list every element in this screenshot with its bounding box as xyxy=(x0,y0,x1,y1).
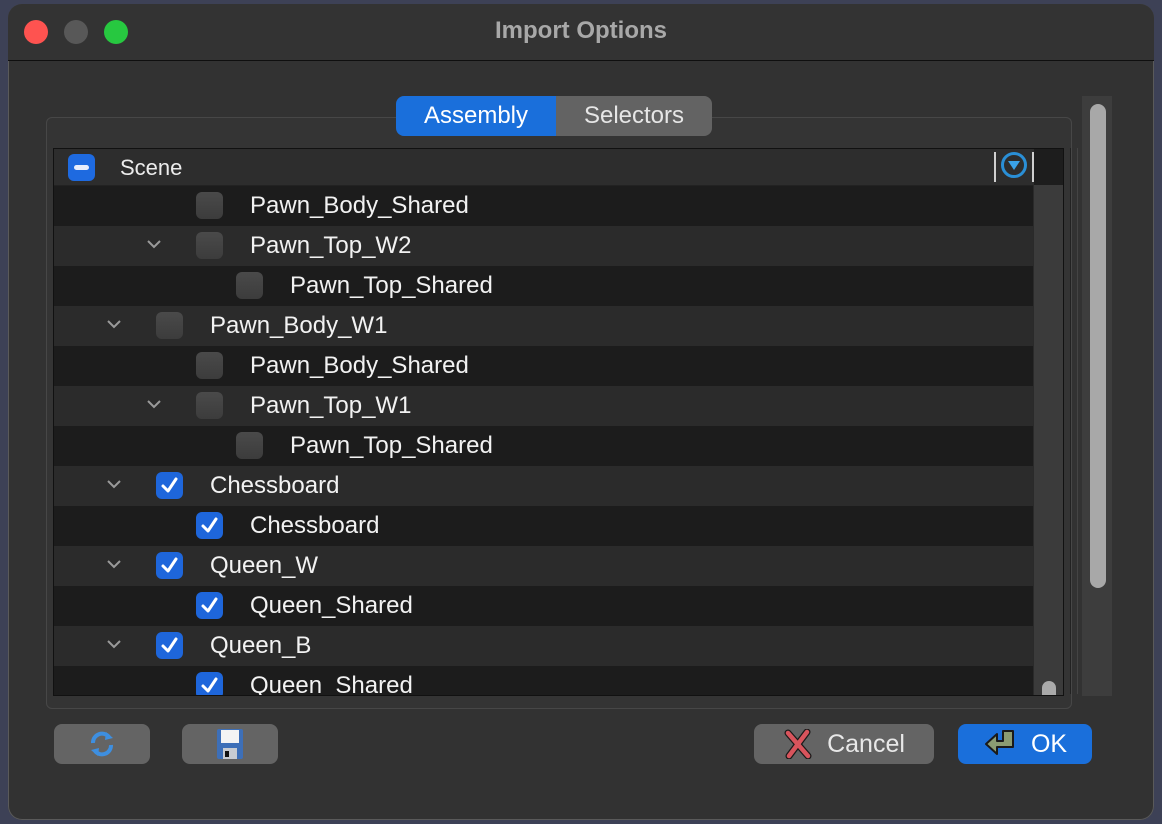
checkbox-unchecked[interactable] xyxy=(196,392,223,419)
title-bar: Import Options xyxy=(8,4,1154,61)
checkbox-unchecked[interactable] xyxy=(196,232,223,259)
tree-row-label: Queen_Shared xyxy=(250,672,413,696)
outer-scrollbar-thumb[interactable] xyxy=(1090,104,1106,588)
tree-row[interactable]: Chessboard xyxy=(54,506,1034,546)
tree-row[interactable]: Pawn_Top_W2 xyxy=(54,226,1034,266)
checkbox-checked[interactable] xyxy=(156,632,183,659)
checkbox-unchecked[interactable] xyxy=(236,432,263,459)
tree-row[interactable]: Pawn_Body_Shared xyxy=(54,186,1034,226)
tree-row-label: Chessboard xyxy=(210,472,340,499)
checkmark-icon xyxy=(161,637,178,653)
tree-header: Scene xyxy=(54,149,1034,186)
chevron-down-icon[interactable] xyxy=(106,316,122,332)
checkbox-checked[interactable] xyxy=(156,552,183,579)
chevron-down-icon[interactable] xyxy=(106,556,122,572)
scene-header-label: Scene xyxy=(120,155,183,180)
return-arrow-icon xyxy=(984,730,1014,755)
tree-row[interactable]: Pawn_Top_W1 xyxy=(54,386,1034,426)
ok-button[interactable]: OK xyxy=(958,724,1092,764)
checkbox-unchecked[interactable] xyxy=(196,352,223,379)
ok-label: OK xyxy=(1030,729,1068,758)
chevron-down-icon[interactable] xyxy=(106,476,122,492)
checkbox-unchecked[interactable] xyxy=(156,312,183,339)
refresh-button[interactable] xyxy=(54,724,150,764)
tree-scrollbar-thumb[interactable] xyxy=(1042,681,1056,695)
tree-row[interactable]: Queen_B xyxy=(54,626,1034,666)
column-menu-button[interactable] xyxy=(994,152,1034,182)
save-button[interactable] xyxy=(182,724,278,764)
cancel-button[interactable]: Cancel xyxy=(754,724,934,764)
tree-row[interactable]: Pawn_Top_Shared xyxy=(54,426,1034,466)
tree-row[interactable]: Chessboard xyxy=(54,466,1034,506)
triangle-down-icon xyxy=(1008,161,1020,170)
window-title: Import Options xyxy=(495,17,667,44)
tree-row[interactable]: Queen_Shared xyxy=(54,586,1034,626)
tree-row-label: Pawn_Body_W1 xyxy=(210,312,388,339)
checkbox-checked[interactable] xyxy=(196,672,223,695)
tree-row[interactable]: Queen_Shared xyxy=(54,666,1034,696)
checkmark-icon xyxy=(161,557,178,573)
checkbox-unchecked[interactable] xyxy=(236,272,263,299)
tree-row[interactable]: Pawn_Body_W1 xyxy=(54,306,1034,346)
tab-selectors[interactable]: Selectors xyxy=(556,96,712,136)
tree-row-label: Queen_Shared xyxy=(250,592,413,619)
checkbox-checked[interactable] xyxy=(156,472,183,499)
cancel-label: Cancel xyxy=(827,729,905,758)
tree-row-label: Queen_W xyxy=(210,552,319,579)
tree-row-label: Chessboard xyxy=(250,512,380,539)
chevron-down-icon[interactable] xyxy=(146,396,162,412)
checkmark-icon xyxy=(201,677,218,693)
checkmark-icon xyxy=(201,517,218,533)
tree-row-label: Pawn_Body_Shared xyxy=(250,192,469,219)
tree-rows: Pawn_Body_Shared Pawn_Top_W2 Pawn_Top_Shar… xyxy=(54,186,1034,695)
checkbox-checked[interactable] xyxy=(196,512,223,539)
red-x-icon xyxy=(784,729,812,759)
tree-row-label: Pawn_Top_W2 xyxy=(250,232,412,259)
tree-row-label: Pawn_Body_Shared xyxy=(250,352,469,379)
checkbox-unchecked[interactable] xyxy=(196,192,223,219)
checkmark-icon xyxy=(161,477,178,493)
tree-row-label: Queen_B xyxy=(210,632,312,659)
tree-row[interactable]: Pawn_Body_Shared xyxy=(54,346,1034,386)
refresh-icon xyxy=(91,731,113,757)
tree-row-label: Pawn_Top_Shared xyxy=(290,432,493,459)
floppy-disk-icon xyxy=(217,729,243,759)
tree-row-label: Pawn_Top_W1 xyxy=(250,392,412,419)
tab-bar: Assembly Selectors xyxy=(396,96,712,136)
checkmark-icon xyxy=(201,597,218,613)
scene-select-all-checkbox[interactable] xyxy=(68,154,95,181)
chevron-down-icon[interactable] xyxy=(146,236,162,252)
tree-scrollbar[interactable] xyxy=(1033,185,1063,695)
checkbox-checked[interactable] xyxy=(196,592,223,619)
chevron-down-icon[interactable] xyxy=(106,636,122,652)
tree-row[interactable]: Queen_W xyxy=(54,546,1034,586)
scene-tree: Scene Pawn_Body_Shared Pawn_Top_W2 Pawn_To… xyxy=(53,148,1064,696)
splitter[interactable] xyxy=(1070,148,1078,694)
tab-assembly[interactable]: Assembly xyxy=(396,96,556,136)
outer-scrollbar[interactable] xyxy=(1082,96,1112,696)
tree-row-label: Pawn_Top_Shared xyxy=(290,272,493,299)
tree-row[interactable]: Pawn_Top_Shared xyxy=(54,266,1034,306)
